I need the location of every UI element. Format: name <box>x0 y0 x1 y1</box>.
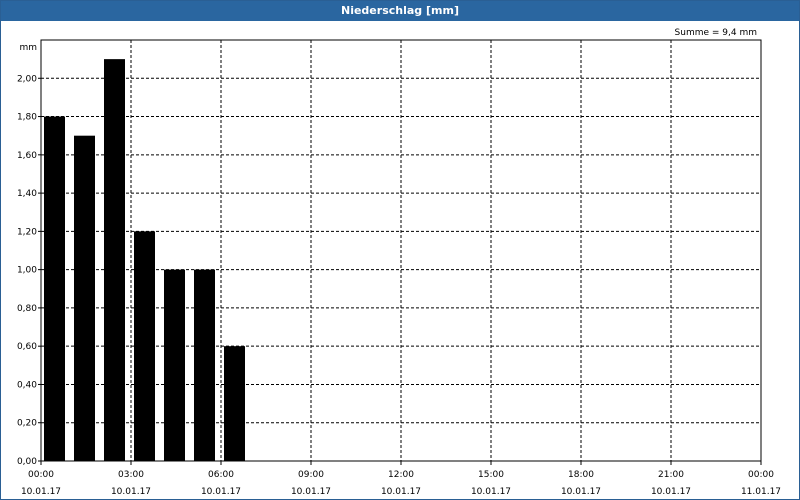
precipitation-bar <box>104 59 125 462</box>
x-tick-time-label: 00:00 <box>748 470 774 480</box>
x-tick-time-label: 03:00 <box>118 470 144 480</box>
precipitation-bar <box>74 135 95 461</box>
precipitation-bar <box>194 269 215 461</box>
precipitation-bar <box>164 269 185 461</box>
x-tick-date-label: 11.01.17 <box>741 487 781 497</box>
precipitation-chart: 0,00 0,20 0,40 0,60 0,80 1,00 1,20 1,40 1,60 1,80… <box>17 28 781 497</box>
y-tick-label: 1,80 <box>17 113 37 123</box>
y-tick-label: 1,60 <box>17 151 37 161</box>
x-tick-time-label: 18:00 <box>568 470 594 480</box>
x-tick-time-label: 21:00 <box>658 470 684 480</box>
y-tick-label: 1,00 <box>17 266 37 276</box>
x-tick-date-label: 10.01.17 <box>201 487 241 497</box>
x-tick-time-label: 09:00 <box>298 470 324 480</box>
x-tick-date-label: 10.01.17 <box>291 487 331 497</box>
y-tick-label: 0,60 <box>17 342 37 352</box>
y-tick-label: 0,00 <box>17 457 37 467</box>
x-tick-date-label: 10.01.17 <box>651 487 691 497</box>
precipitation-bar <box>134 231 155 461</box>
sum-annotation: Summe = 9,4 mm <box>675 28 757 38</box>
x-tick-date-label: 10.01.17 <box>111 487 151 497</box>
x-tick-date-label: 10.01.17 <box>471 487 511 497</box>
x-tick-time-label: 12:00 <box>388 470 414 480</box>
x-tick-time-label: 15:00 <box>478 470 504 480</box>
x-tick-date-label: 10.01.17 <box>21 487 61 497</box>
y-axis-label: mm <box>19 43 37 53</box>
precipitation-bar <box>44 116 65 461</box>
x-tick-date-label: 10.01.17 <box>381 487 421 497</box>
x-tick-time-label: 00:00 <box>28 470 54 480</box>
y-tick-label: 0,20 <box>17 419 37 429</box>
y-tick-label: 1,20 <box>17 227 37 237</box>
precipitation-bar <box>224 346 245 461</box>
x-tick-date-label: 10.01.17 <box>561 487 601 497</box>
x-tick-time-label: 06:00 <box>208 470 234 480</box>
chart-window: Niederschlag [mm] 0,00 0,20 0,40 0,60 0,80 1,… <box>0 0 800 500</box>
y-tick-label: 0,40 <box>17 380 37 390</box>
y-tick-label: 2,00 <box>17 74 37 84</box>
y-tick-label: 0,80 <box>17 304 37 314</box>
y-tick-label: 1,40 <box>17 189 37 199</box>
